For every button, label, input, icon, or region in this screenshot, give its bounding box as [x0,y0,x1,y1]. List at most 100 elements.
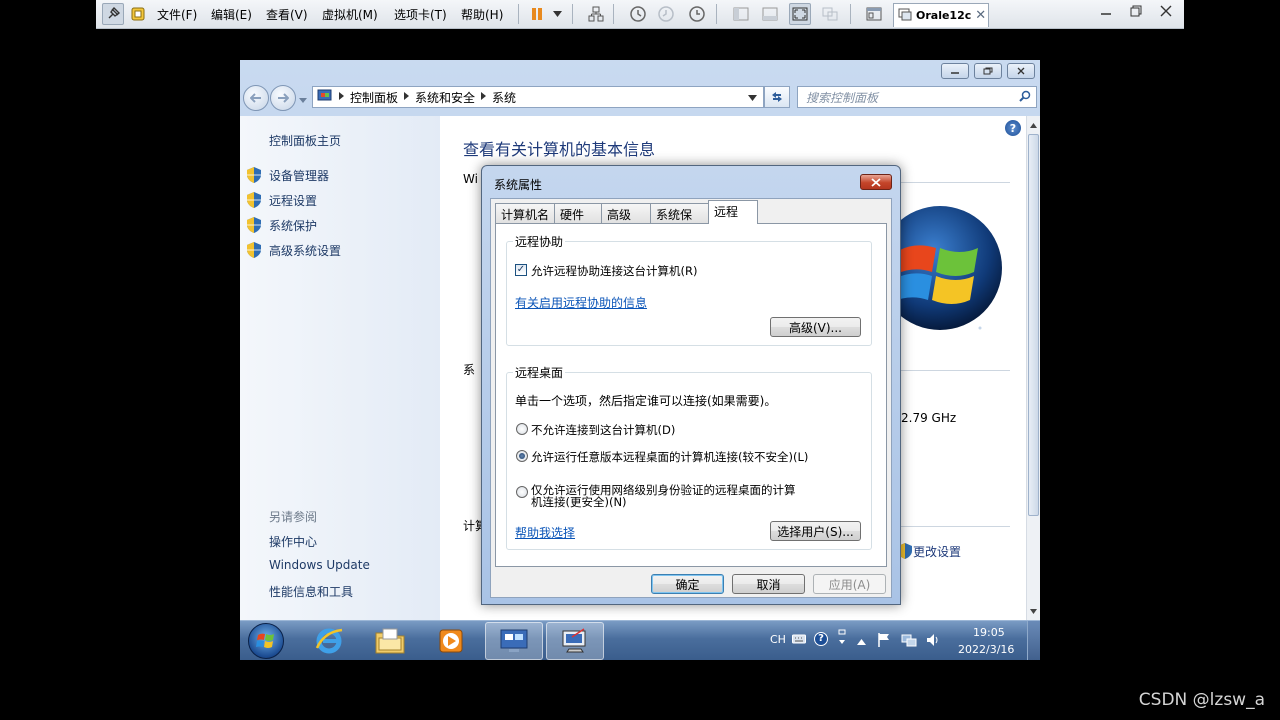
tab-advanced[interactable]: 高级 [601,203,651,223]
task-remote-settings[interactable]: 远程设置 [269,192,317,209]
task-advanced-settings[interactable]: 高级系统设置 [269,242,341,259]
link-action-center[interactable]: 操作中心 [269,533,317,550]
internet-explorer-icon [315,628,343,654]
scroll-down-icon[interactable] [1028,604,1039,618]
tab-remote[interactable]: 远程 [708,200,758,224]
help-icon[interactable]: ? [814,632,828,646]
radio-no-connections-label[interactable]: 不允许连接到这台计算机(D) [531,422,675,438]
link-windows-update[interactable]: Windows Update [269,558,370,572]
address-bar[interactable]: 控制面板 系统和安全 系统 [312,86,764,108]
ok-button[interactable]: 确定 [651,574,724,594]
menu-edit[interactable]: 编辑(E) [208,3,255,25]
remote-desktop-instruction: 单击一个选项，然后指定谁可以连接(如果需要)。 [515,394,777,408]
vm-power-icon[interactable] [127,3,149,25]
allow-remote-assistance-label[interactable]: 允许远程协助连接这台计算机(R) [531,263,697,279]
link-performance-tools[interactable]: 性能信息和工具 [269,583,353,600]
tab-hardware[interactable]: 硬件 [554,203,602,223]
tab-computer-name[interactable]: 计算机名 [495,203,555,223]
help-icon[interactable]: ? [1005,120,1021,136]
snapshot-icon[interactable] [627,3,649,25]
minimize-icon[interactable] [1100,5,1112,21]
see-also-heading: 另请参阅 [269,510,318,524]
taskbar-media-player[interactable] [422,622,480,660]
close-icon[interactable]: ✕ [975,8,986,23]
radio-nla-only-label[interactable]: 仅允许运行使用网络级别身份验证的远程桌面的计算 机连接(更安全)(N) [531,484,796,508]
taskbar-control-panel[interactable] [485,622,543,660]
breadcrumb-system-security[interactable]: 系统和安全 [409,89,481,106]
network-icon[interactable] [585,3,607,25]
explorer-close-button[interactable] [1007,63,1035,79]
help-me-choose-link[interactable]: 帮助我选择 [515,524,575,541]
change-settings-link[interactable]: 更改设置 [913,543,961,560]
advanced-button[interactable]: 高级(V)... [770,317,861,337]
task-device-manager[interactable]: 设备管理器 [269,167,329,184]
select-users-button[interactable]: 选择用户(S)... [770,521,861,541]
vm-tab-label: Orale12c [916,9,972,22]
sidebar-view-icon[interactable] [730,3,752,25]
cancel-button[interactable]: 取消 [732,574,805,594]
tab-system-protection[interactable]: 系统保护 [650,203,709,239]
language-indicator[interactable]: CH [770,633,786,646]
network-icon[interactable] [901,632,917,651]
explorer-maximize-button[interactable] [974,63,1002,79]
refresh-button[interactable] [764,86,790,108]
revert-snapshot-icon[interactable] [655,3,677,25]
dialog-close-button[interactable] [860,174,892,190]
snapshot-manager-icon[interactable] [686,3,708,25]
address-dropdown-icon[interactable] [748,90,757,104]
unity-icon[interactable] [819,3,841,25]
restore-icon[interactable] [1130,5,1142,21]
left-pane: 控制面板主页 设备管理器 远程设置 系统保护 高级系统设置 另请参阅 操作中心 … [240,116,440,620]
breadcrumb-control-panel[interactable]: 控制面板 [344,89,404,106]
search-input[interactable]: 搜索控制面板 [797,86,1037,108]
radio-any-version[interactable] [516,450,528,462]
radio-nla-only-line2: 机连接(更安全)(N) [531,495,627,509]
chevron-down-icon[interactable] [550,3,564,25]
console-view-icon[interactable] [759,3,781,25]
keyboard-icon[interactable] [792,634,806,647]
menu-file[interactable]: 文件(F) [154,3,200,25]
start-button[interactable] [248,623,284,659]
show-hidden-icons[interactable] [857,635,866,648]
separator [572,4,573,24]
pause-icon[interactable] [526,3,548,25]
menu-vm[interactable]: 虚拟机(M) [319,3,381,25]
taskbar-ie[interactable] [300,622,358,660]
menu-tabs[interactable]: 选项卡(T) [391,3,450,25]
ime-options-icon[interactable] [837,629,847,650]
taskbar: CH ? 19:05 2022/3/16 [240,620,1040,660]
allow-remote-assistance-checkbox[interactable]: ✓ [515,264,527,276]
pin-icon[interactable] [102,3,124,25]
back-button[interactable] [243,85,269,111]
forward-button[interactable] [270,85,296,111]
library-icon[interactable] [863,3,885,25]
radio-no-connections[interactable] [516,423,528,435]
taskbar-explorer[interactable] [361,622,419,660]
separator [613,4,614,24]
control-panel-home-link[interactable]: 控制面板主页 [269,132,341,149]
close-window-icon[interactable] [1160,5,1172,21]
menu-view[interactable]: 查看(V) [263,3,311,25]
fullscreen-icon[interactable] [789,3,811,25]
breadcrumb-system[interactable]: 系统 [486,89,522,106]
search-icon[interactable] [1019,90,1031,105]
guest-screen: 控制面板 系统和安全 系统 搜索控制面板 控制面板主页 设备管理器 远程设置 系… [240,60,1040,660]
remote-assistance-info-link[interactable]: 有关启用远程协助的信息 [515,294,647,311]
task-system-protection[interactable]: 系统保护 [269,217,317,234]
radio-any-version-label[interactable]: 允许运行任意版本远程桌面的计算机连接(较不安全)(L) [531,449,808,465]
clock-date[interactable]: 2022/3/16 [958,643,1014,656]
taskbar-system-properties[interactable] [546,622,604,660]
scroll-up-icon[interactable] [1028,118,1039,132]
explorer-minimize-button[interactable] [941,63,969,79]
volume-icon[interactable] [925,632,941,651]
radio-nla-only[interactable] [516,486,528,498]
show-desktop-button[interactable] [1027,621,1040,660]
vm-tab[interactable]: Orale12c ✕ [893,3,989,27]
shield-icon [247,217,261,233]
scroll-thumb[interactable] [1028,134,1039,516]
menu-help[interactable]: 帮助(H) [458,3,506,25]
clock-time[interactable]: 19:05 [973,626,1005,639]
flag-icon[interactable] [877,632,891,651]
history-dropdown-icon[interactable] [299,93,307,107]
vertical-scrollbar[interactable] [1026,116,1040,620]
